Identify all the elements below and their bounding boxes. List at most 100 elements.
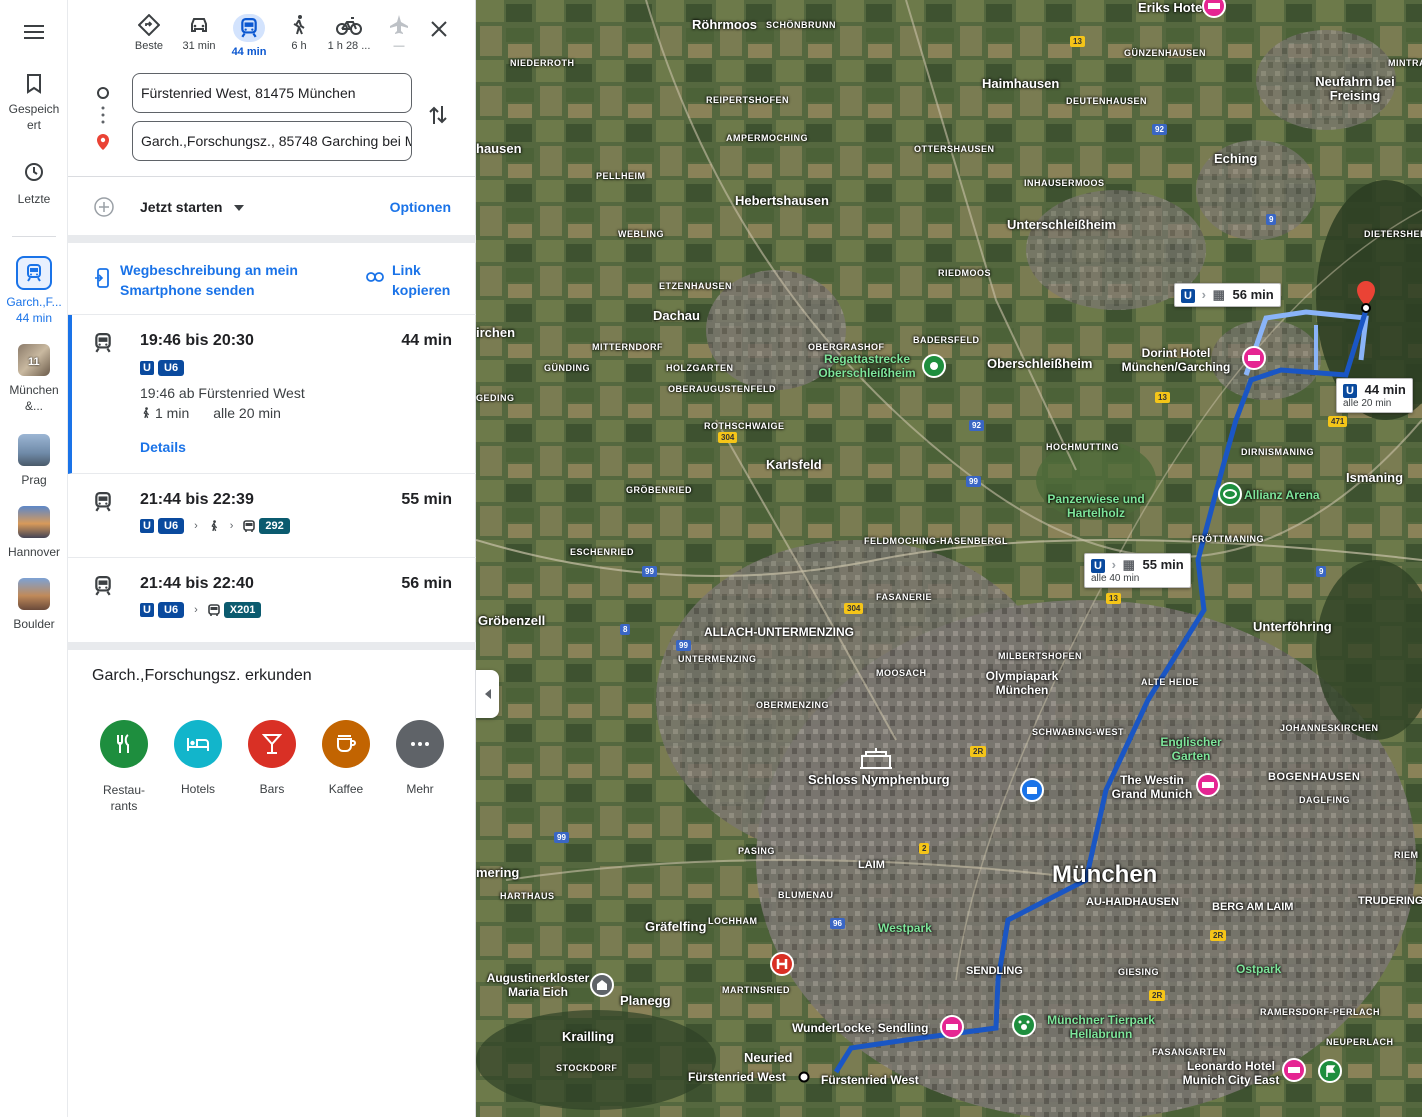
church-marker-icon[interactable] [590, 973, 614, 997]
swap-button[interactable] [428, 104, 448, 131]
map-label: UNTERMENZING [678, 654, 757, 664]
map-label-town: Neuried [744, 1050, 793, 1065]
mode-label: 31 min [182, 40, 216, 52]
close-button[interactable] [430, 20, 450, 40]
add-stop-icon[interactable] [94, 197, 114, 217]
route-option-1[interactable]: 19:46 bis 20:30 44 min U U6 19:46 ab Für… [68, 315, 476, 474]
park-marker-icon[interactable] [922, 354, 946, 378]
ubahn-icon: U [140, 519, 154, 533]
hotel-marker-icon[interactable] [940, 1015, 964, 1039]
menu-button[interactable] [0, 24, 68, 43]
hotel-marker-icon[interactable] [1242, 346, 1266, 370]
map-label-poi: Leonardo Hotel Munich City East [1182, 1059, 1280, 1087]
map-label: DIRNISMANING [1241, 447, 1314, 457]
send-to-phone-label: Wegbeschreibung an mein Smartphone sende… [120, 262, 298, 298]
bus-icon [243, 519, 256, 532]
destination-pin-icon[interactable] [1355, 280, 1377, 314]
hotel-icon [174, 720, 222, 768]
map-label-district: BERG AM LAIM [1212, 901, 1294, 913]
origin-dot-icon [97, 87, 109, 99]
destination-input[interactable]: Garch.,Forschungsz., 85748 Garching bei … [132, 121, 412, 161]
bus-icon [207, 603, 220, 616]
map-label-poi: Westpark [878, 921, 932, 935]
current-trip-button[interactable]: Garch.,F... 44 min [0, 256, 68, 326]
recent-button[interactable]: Letzte [0, 162, 68, 207]
send-to-phone-button[interactable]: Wegbeschreibung an mein Smartphone sende… [94, 260, 314, 300]
flag-marker-icon[interactable] [1318, 1059, 1342, 1083]
map-label-town: Eching [1214, 151, 1258, 166]
map-label: DIETERSHEIM [1364, 229, 1422, 239]
recent-label: Letzte [17, 192, 51, 206]
map-label: DAGLFING [1299, 795, 1350, 805]
explore-bars[interactable]: Bars [237, 720, 307, 796]
route-label-56[interactable]: U › ▦ 56 min [1174, 283, 1281, 307]
stadium-marker-icon[interactable] [1218, 482, 1242, 506]
explore-label: Mehr [406, 782, 434, 796]
copy-link-button[interactable]: Link kopieren [366, 260, 456, 300]
hamburger-icon [24, 25, 44, 39]
place-hannover[interactable]: Hannover [0, 506, 68, 560]
bus-chip: X201 [223, 602, 262, 618]
hotel-marker-icon[interactable] [1282, 1058, 1306, 1082]
mode-best[interactable]: Beste [126, 14, 172, 52]
road-shield: 96 [830, 918, 845, 929]
road-shield: 92 [1152, 124, 1167, 135]
options-link[interactable]: Optionen [390, 199, 451, 215]
mode-car[interactable]: 31 min [176, 14, 222, 52]
route-label-44[interactable]: U 44 min alle 20 min [1336, 378, 1413, 413]
mode-transit[interactable]: 44 min [226, 14, 272, 58]
mode-bike[interactable]: 1 h 28 ... [326, 14, 372, 52]
map-label: GIESING [1118, 967, 1160, 977]
map-label: FRÖTTMANING [1192, 534, 1264, 544]
map-label: RAMERSDORF-PERLACH [1260, 1007, 1380, 1017]
place-muenchen[interactable]: 11 München &... [0, 344, 68, 414]
details-link[interactable]: Details [140, 439, 186, 455]
map-label: AMPERMOCHING [726, 133, 808, 143]
place-boulder[interactable]: Boulder [0, 578, 68, 632]
explore-coffee[interactable]: Kaffee [311, 720, 381, 796]
place-label: Hannover [7, 545, 61, 559]
explore-restaurants[interactable]: Restau- rants [89, 720, 159, 814]
road-shield: 2R [970, 746, 987, 757]
chevron-right-icon: › [194, 520, 198, 532]
route-option-2[interactable]: 21:44 bis 22:39 55 min U U6 › › 292 [68, 474, 476, 558]
map-label: ALTE HEIDE [1141, 677, 1199, 687]
mode-label: 6 h [291, 40, 307, 52]
saved-button[interactable]: Gespeich ert [0, 74, 68, 133]
mode-label: — [393, 40, 405, 52]
depart-time-dropdown[interactable]: Jetzt starten [140, 199, 245, 215]
walk-duration: 1 min [155, 405, 190, 421]
road-shield: 471 [1328, 416, 1348, 427]
current-trip-sublabel: 44 min [15, 311, 53, 325]
map-label: RIEM [1394, 850, 1419, 860]
hotel-marker-icon[interactable] [1196, 773, 1220, 797]
train-icon [95, 576, 111, 596]
map-view[interactable]: hausen irchen GEDING OF mering Röhrmoos … [476, 0, 1422, 1117]
map-label: STOCKDORF [556, 1063, 618, 1073]
place-prag[interactable]: Prag [0, 434, 68, 488]
map-label: REIPERTSHOFEN [706, 95, 790, 105]
map-label: GEDING [476, 393, 515, 403]
zoo-marker-icon[interactable] [1012, 1013, 1036, 1037]
hospital-marker-icon[interactable] [770, 952, 794, 976]
mode-walk[interactable]: 6 h [276, 14, 322, 52]
route-label-55[interactable]: U › ▦ 55 min alle 40 min [1084, 553, 1191, 588]
mode-flight[interactable]: — [376, 14, 422, 52]
mode-label: Beste [134, 40, 164, 52]
copy-link-label: Link kopieren [392, 262, 451, 298]
directions-panel: Beste 31 min 44 min 6 h 1 h 28 ... — Für… [68, 0, 476, 1117]
map-label: JOHANNESKIRCHEN [1280, 723, 1379, 733]
map-label: OBERGRASHOF [808, 342, 885, 352]
route-option-3[interactable]: 21:44 bis 22:40 56 min U U6 › X201 [68, 558, 476, 642]
explore-hotels[interactable]: Hotels [163, 720, 233, 796]
origin-input[interactable]: Fürstenried West, 81475 München [132, 73, 412, 113]
explore-more[interactable]: Mehr [385, 720, 455, 796]
saved-label: Gespeich ert [8, 102, 60, 132]
map-label-town: Oberschleißheim [987, 356, 1093, 371]
bus-icon: ▦ [1212, 287, 1225, 302]
chevron-right-icon: › [1111, 557, 1116, 572]
museum-marker-icon[interactable] [1020, 778, 1044, 802]
collapse-panel-button[interactable] [476, 670, 499, 718]
road-shield: 8 [620, 624, 631, 635]
hotel-marker-icon[interactable] [1202, 0, 1226, 18]
